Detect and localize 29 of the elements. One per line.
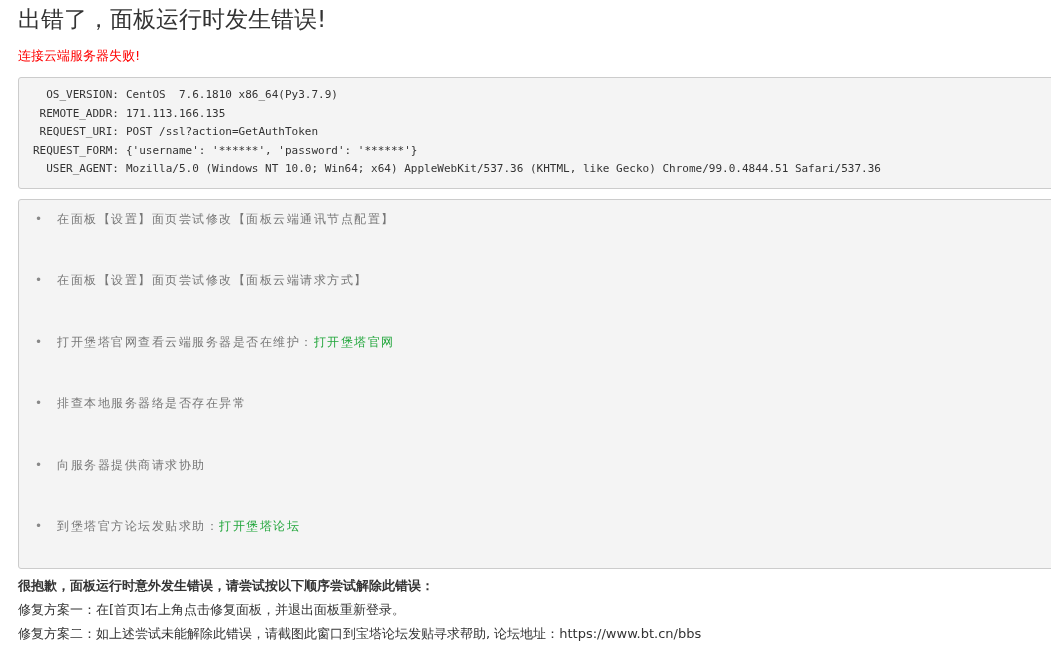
bullet: • [35,272,44,290]
suggestion-text: 排查本地服务器络是否存在异常 [57,395,246,413]
page-title: 出错了，面板运行时发生错误! [18,6,328,34]
detail-value: Mozilla/5.0 (Windows NT 10.0; Win64; x64) AppleWebKit/537.36 (KHTML, like Gecko) Chrome/99.0.4844.51 Safari/537.36 [126,161,881,178]
bullet: • [35,211,44,229]
suggestion-text: 在面板【设置】面页尝试修改【面板云端通讯节点配置】 [57,211,395,229]
suggestion-text: 到堡塔官方论坛发贴求助：打开堡塔论坛 [57,518,300,536]
detail-label: REMOTE_ADDR: [38,105,120,122]
bullet: • [35,456,44,474]
suggestion-text: 在面板【设置】面页尝试修改【面板云端请求方式】 [57,272,368,290]
suggestion-link[interactable]: 打开堡塔官网 [313,334,395,349]
detail-value: POST /ssl?action=GetAuthToken [126,124,319,141]
suggestion-link[interactable]: 打开堡塔论坛 [219,519,300,534]
error-message: 连接云端服务器失败! [18,46,142,65]
detail-label: USER_AGENT: [45,161,120,178]
fix-instruction: 修复方案二：如上述尝试未能解除此错误，请截图此窗口到宝塔论坛发贴寻求帮助, 论坛地址：https://www.bt.cn/bbs [18,625,703,644]
suggestion-text: 打开堡塔官网查看云端服务器是否在维护：打开堡塔官网 [57,333,395,351]
detail-label: REQUEST_FORM: [31,142,120,159]
detail-label: REQUEST_URI: [38,124,120,141]
detail-value: {'username': '******', 'password': '******'} [126,142,418,159]
bullet: • [35,518,44,536]
fix-instruction: 修复方案一：在[首页]右上角点击修复面板，并退出面板重新登录。 [18,601,407,620]
detail-value: 171.113.166.135 [126,105,226,122]
detail-label: OS_VERSION: [45,87,120,104]
detail-value: CentOS 7.6.1810 x86_64(Py3.7.9) [126,87,338,104]
bullet: • [35,395,44,413]
bullet: • [35,333,44,351]
apology-text: 很抱歉，面板运行时意外发生错误，请尝试按以下顺序尝试解除此错误： [18,577,435,596]
suggestion-text: 向服务器提供商请求协助 [57,456,206,474]
